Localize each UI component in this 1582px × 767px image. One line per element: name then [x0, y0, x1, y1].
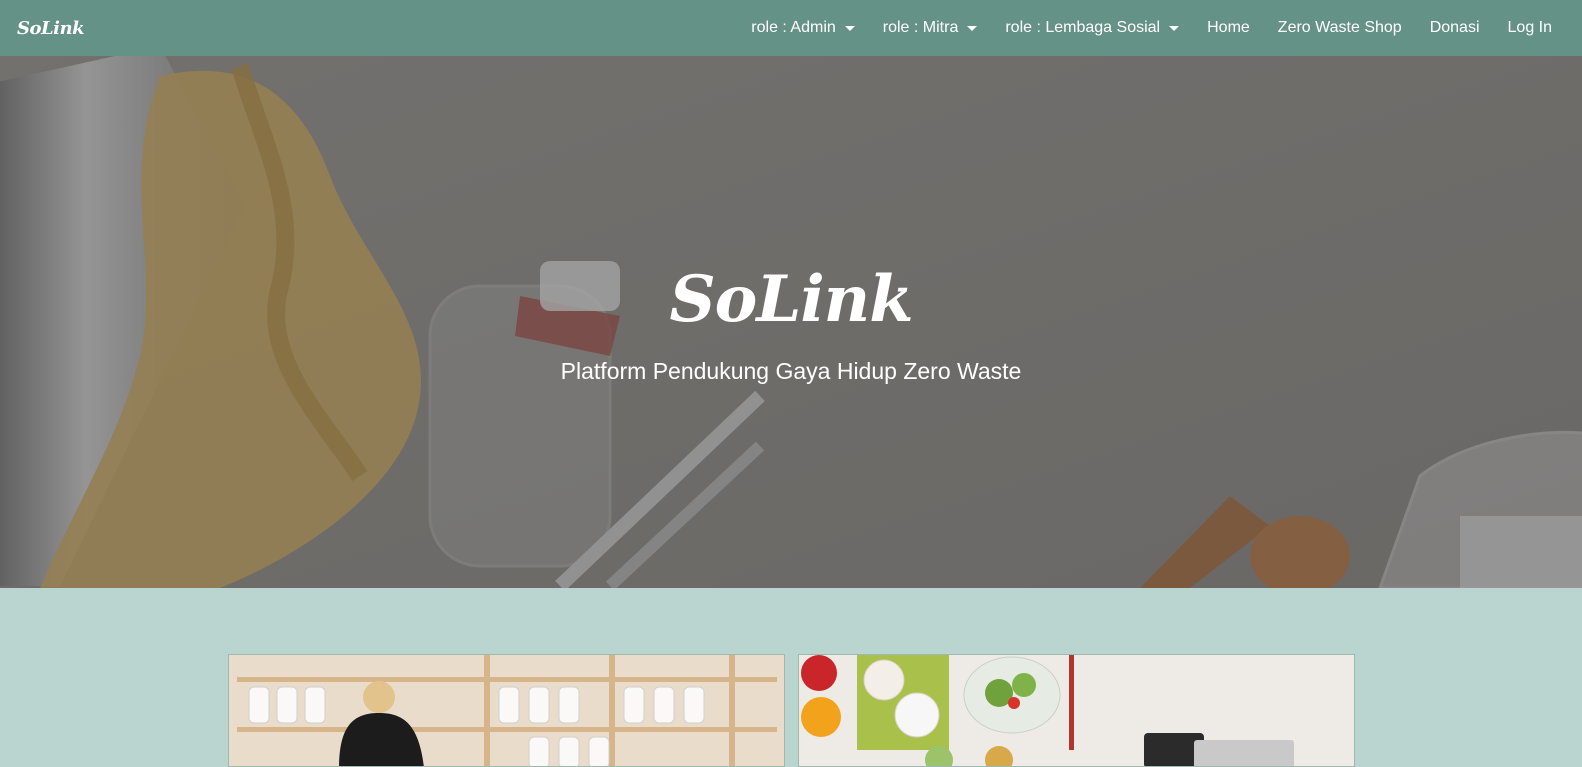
- shop-shelves-image: [229, 655, 784, 766]
- hero-title: SoLink: [669, 262, 913, 337]
- brand-logo[interactable]: SoLink: [17, 18, 85, 39]
- navbar: SoLink role : Admin role : Mitra role : …: [0, 0, 1582, 56]
- nav-item-label: role : Mitra: [882, 19, 959, 36]
- food-table-image: [799, 655, 1354, 766]
- nav-link-log-in[interactable]: Log In: [1494, 19, 1566, 37]
- feature-cards: [228, 654, 1356, 767]
- nav-link-zero-waste-shop[interactable]: Zero Waste Shop: [1264, 19, 1416, 37]
- caret-down-icon: [1169, 25, 1180, 31]
- nav-role-mitra-dropdown[interactable]: role : Mitra: [869, 19, 992, 37]
- caret-down-icon: [844, 25, 855, 31]
- card-zero-waste-shop-image[interactable]: [228, 654, 785, 767]
- nav-item-label: role : Admin: [751, 19, 836, 36]
- hero-content: SoLink Platform Pendukung Gaya Hidup Zer…: [0, 56, 1582, 588]
- nav-link-donasi[interactable]: Donasi: [1416, 19, 1494, 37]
- hero-subtitle: Platform Pendukung Gaya Hidup Zero Waste: [560, 358, 1022, 384]
- nav-item-label: role : Lembaga Sosial: [1005, 19, 1161, 36]
- nav-menu: role : Admin role : Mitra role : Lembaga…: [737, 19, 1566, 37]
- nav-role-lembaga-sosial-dropdown[interactable]: role : Lembaga Sosial: [991, 19, 1193, 37]
- caret-down-icon: [967, 25, 978, 31]
- nav-role-admin-dropdown[interactable]: role : Admin: [737, 19, 868, 37]
- nav-link-home[interactable]: Home: [1193, 19, 1264, 37]
- card-donasi-image[interactable]: [798, 654, 1355, 767]
- hero-banner: SoLink Platform Pendukung Gaya Hidup Zer…: [0, 56, 1582, 588]
